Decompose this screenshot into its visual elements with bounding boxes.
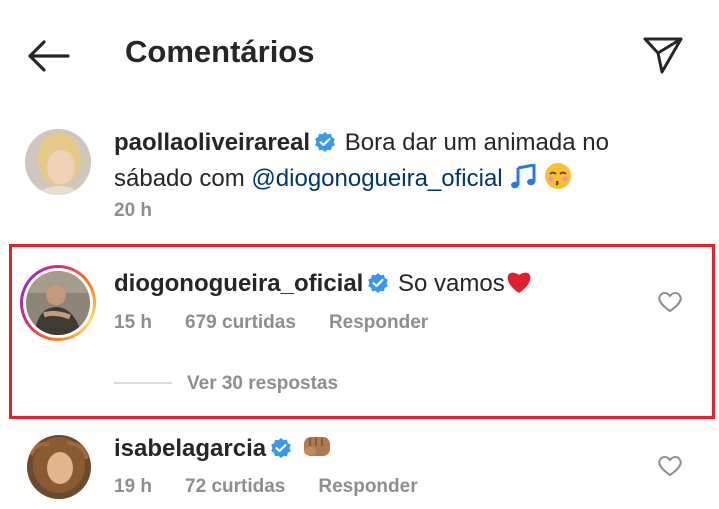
comment-time: 19 h [114, 476, 153, 497]
like-heart-icon[interactable] [657, 454, 683, 478]
username[interactable]: isabelagarcia [114, 435, 266, 462]
username[interactable]: paollaoliveirareal [114, 129, 310, 156]
likes-count[interactable]: 679 curtidas [185, 312, 296, 333]
comment-text: paollaoliveirareal Bora dar um animada n… [114, 125, 684, 197]
reply-button[interactable]: Responder [318, 476, 417, 497]
comment-text: isabelagarcia [114, 431, 634, 467]
header: Comentários [0, 0, 719, 108]
arrow-left-icon[interactable] [26, 38, 70, 74]
replies-divider [114, 382, 172, 384]
comment-time: 20 h [114, 200, 153, 221]
comment-time: 15 h [114, 312, 153, 333]
avatar[interactable] [26, 271, 90, 335]
likes-count[interactable]: 72 curtidas [185, 476, 285, 497]
comment-meta: 19 h 72 curtidas Responder [114, 476, 451, 498]
comment-body: So vamos [398, 270, 505, 297]
verified-badge-icon [315, 132, 335, 152]
avatar[interactable] [25, 129, 91, 195]
username[interactable]: diogonogueira_oficial [114, 270, 363, 297]
kissing-face-icon [544, 163, 571, 189]
mention-link[interactable]: @diogonogueira_oficial [251, 165, 502, 192]
comment-text: diogonogueira_oficial So vamos [114, 266, 634, 302]
fist-bump-icon [303, 437, 330, 456]
verified-badge-icon [271, 438, 291, 458]
verified-badge-icon [368, 273, 389, 293]
comment-body: sábado com [114, 165, 252, 192]
comment-meta: 15 h 679 curtidas Responder [114, 312, 461, 334]
like-heart-icon[interactable] [657, 290, 683, 314]
comment-body: Bora dar um animada no [344, 129, 609, 156]
paper-plane-icon[interactable] [642, 35, 684, 75]
avatar[interactable] [27, 435, 91, 499]
comment-meta: 20 h [114, 200, 185, 222]
page-title: Comentários [125, 34, 315, 69]
red-heart-icon [507, 272, 531, 293]
music-note-icon [511, 164, 536, 189]
view-replies-button[interactable]: Ver 30 respostas [187, 373, 338, 395]
reply-button[interactable]: Responder [329, 312, 428, 333]
